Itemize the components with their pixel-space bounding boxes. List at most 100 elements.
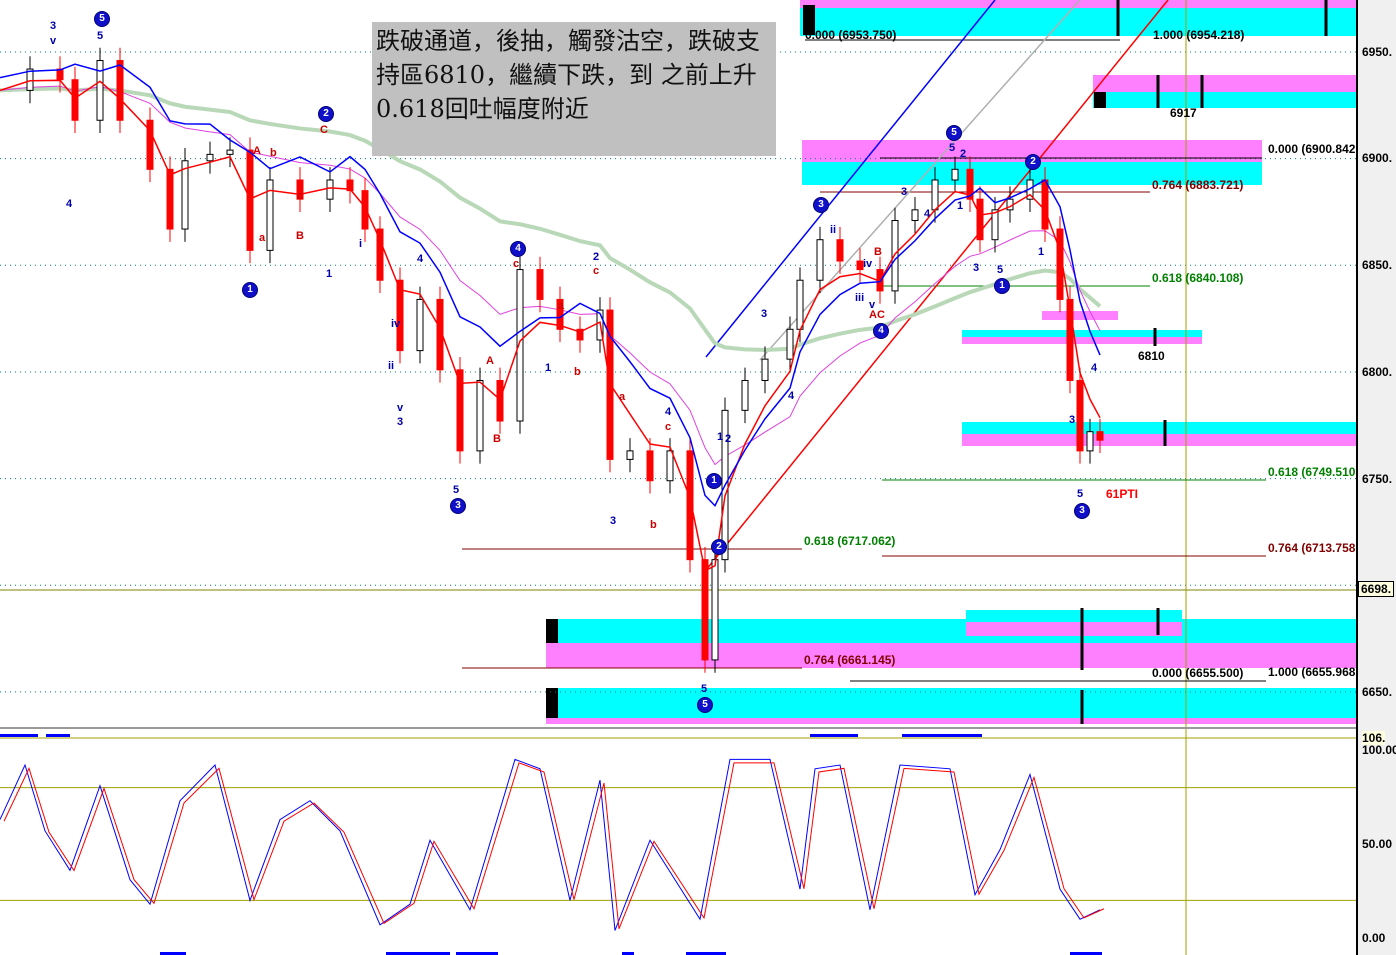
zone-band <box>1093 92 1356 108</box>
wave-label: 3 <box>50 20 57 32</box>
wave-label: 3 <box>901 186 908 198</box>
wave-label: 5 <box>949 142 956 154</box>
candle <box>96 60 104 121</box>
wave-label: 1 <box>957 200 964 212</box>
wave-label: 3 <box>761 308 768 320</box>
wave-label: C <box>320 124 328 136</box>
candle <box>246 149 254 251</box>
candle <box>911 209 919 222</box>
fib-label: 0.764 (6661.145) <box>804 653 896 667</box>
fib-label: 0.764 (6713.758 <box>1268 541 1356 555</box>
candle <box>891 220 899 292</box>
wave-label: 2 <box>725 433 732 445</box>
wave-label: v <box>397 402 404 414</box>
zone-band <box>546 688 1356 718</box>
candle <box>796 279 804 330</box>
signal-bar <box>0 734 38 737</box>
wave-label: 5 <box>453 484 460 496</box>
wave-label: 3 <box>397 416 404 428</box>
wave-label: 4 <box>788 390 795 402</box>
zone-band <box>966 610 1182 622</box>
candle <box>166 168 174 230</box>
wave-label: 2 <box>960 148 967 160</box>
zone-marker <box>1094 92 1106 108</box>
wave-label: B <box>296 230 304 242</box>
zone-band <box>546 619 1356 643</box>
wave-label: c <box>593 265 600 277</box>
wave-circle: 4 <box>873 323 889 339</box>
candle <box>711 559 719 661</box>
wave-label: B <box>493 433 501 445</box>
candle <box>786 328 794 360</box>
fib-label: 1.000 (6954.218) <box>1153 28 1245 42</box>
wave-label: ii <box>830 224 837 236</box>
wave-circle: 4 <box>510 241 526 257</box>
zone-band <box>962 330 1202 337</box>
candle <box>326 179 334 200</box>
candle <box>646 450 654 482</box>
wave-circle: 3 <box>450 498 466 514</box>
wave-label: 1 <box>1038 246 1045 258</box>
candle <box>816 239 824 281</box>
fib-label: 0.764 (6883.721) <box>1152 178 1244 192</box>
wave-label: 4 <box>1091 362 1098 374</box>
candle <box>71 79 79 121</box>
candle <box>1041 179 1049 230</box>
candle <box>476 379 484 452</box>
wave-circle: 1 <box>706 473 722 489</box>
candle <box>416 298 424 352</box>
fib-label: 1.000 (6655.968 <box>1268 665 1356 679</box>
fib-label: 0.000 (6655.500) <box>1152 666 1244 680</box>
wave-label: A <box>253 145 261 157</box>
wave-label: A <box>486 355 494 367</box>
wave-label: 4 <box>665 406 672 418</box>
zone-label: 6917 <box>1170 106 1197 120</box>
wave-label: 5 <box>1077 488 1084 500</box>
wave-label: 5 <box>997 264 1004 276</box>
wave-label: b <box>270 147 277 159</box>
candle <box>626 450 634 460</box>
wave-label: AC <box>869 309 885 321</box>
fib-label: 0.618 (6749.510 <box>1268 465 1356 479</box>
candle <box>666 450 674 482</box>
fib-label: 0.618 (6840.108) <box>1152 271 1244 285</box>
zone-band <box>962 337 1202 344</box>
zone-band <box>546 718 1356 724</box>
wave-circle: 2 <box>711 539 727 555</box>
osc-tick: 50.00 <box>1362 837 1393 851</box>
wave-label: v <box>50 35 57 47</box>
wave-label: 4 <box>417 253 424 265</box>
candle <box>536 269 544 300</box>
wave-circle: 2 <box>318 106 334 122</box>
wave-label: i <box>359 238 363 250</box>
axis-tick: 6750. <box>1362 472 1393 486</box>
zone-band <box>1042 311 1118 320</box>
osc-tick: 100.00 <box>1362 743 1396 757</box>
wave-label: a <box>619 391 626 403</box>
candle <box>181 160 189 230</box>
axis-tick: 6850. <box>1362 258 1393 272</box>
candle <box>116 60 124 121</box>
wave-label: 3 <box>973 262 980 274</box>
zone-band <box>1093 75 1356 92</box>
wave-circle: 5 <box>946 125 962 141</box>
wave-label: 4 <box>924 208 931 220</box>
signal-bar <box>46 734 70 737</box>
current-price-label: 6698. <box>1358 581 1395 597</box>
osc-tick: 0.00 <box>1362 931 1386 945</box>
fib-label: 0.000 (6953.750) <box>805 28 897 42</box>
candle <box>761 358 769 381</box>
wave-label: 3 <box>1069 414 1076 426</box>
wave-label: b <box>574 366 581 378</box>
candle <box>1076 379 1084 452</box>
signal-label: 61PTI <box>1106 487 1139 501</box>
candle <box>931 179 939 211</box>
wave-label: iii <box>855 292 865 304</box>
candle <box>951 168 959 181</box>
wave-label: 3 <box>610 515 617 527</box>
wave-label: 1 <box>326 268 333 280</box>
wave-label: 4 <box>66 198 73 210</box>
candle <box>836 239 844 262</box>
zone-band <box>546 643 1356 668</box>
zone-band <box>962 422 1356 434</box>
